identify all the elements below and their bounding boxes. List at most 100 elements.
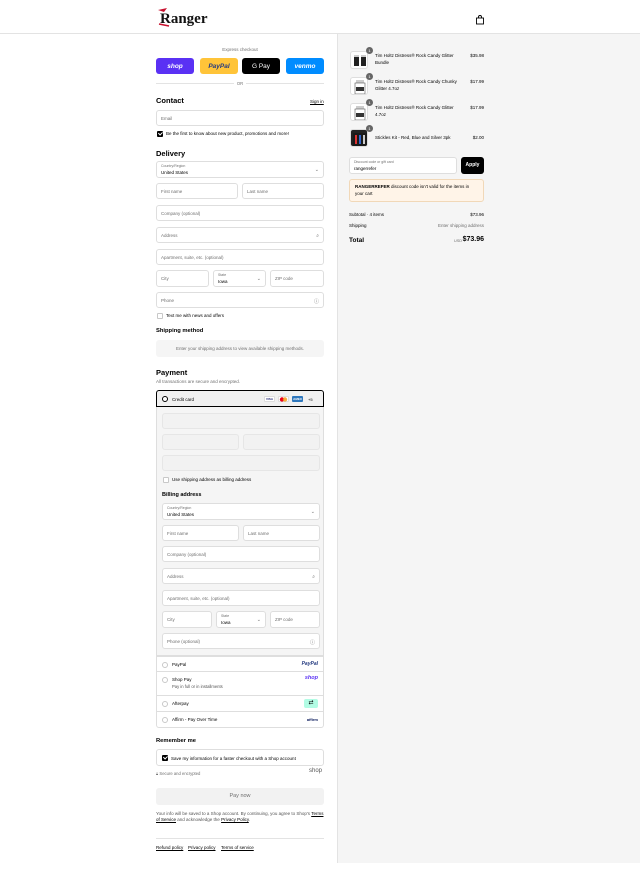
google-pay-button[interactable]: G Pay xyxy=(242,58,280,74)
city-field[interactable]: City xyxy=(156,270,209,287)
state-select[interactable]: State Iowa ⌄ xyxy=(213,270,266,287)
privacy-policy-link[interactable]: Privacy Policy xyxy=(221,817,249,822)
help-icon[interactable]: ⓘ xyxy=(310,639,315,646)
divider-right xyxy=(246,83,324,84)
company-placeholder: Company (optional) xyxy=(161,211,201,216)
apartment-field[interactable]: Apartment, suite, etc. (optional) xyxy=(156,249,324,265)
save-info-box[interactable]: Save my information for a faster checkou… xyxy=(156,749,324,766)
phone-field[interactable]: Phone ⓘ xyxy=(156,292,324,308)
divider-left xyxy=(156,83,234,84)
item-price: $17.99 xyxy=(470,105,484,110)
expiration-field[interactable] xyxy=(162,434,239,450)
header: Ranger xyxy=(0,0,640,34)
news-checkbox[interactable] xyxy=(157,131,163,137)
secure-text: Secure and encrypted xyxy=(159,771,201,776)
chevron-down-icon: ⌄ xyxy=(314,167,319,173)
legal-text-1: Your info will be saved to a Shop accoun… xyxy=(156,811,311,816)
billing-last-name-field[interactable]: Last name xyxy=(243,525,320,541)
pay-now-button[interactable]: Pay now xyxy=(156,788,324,805)
shipping-value: Enter shipping address xyxy=(437,223,484,228)
discount-code-field[interactable]: Discount code or gift card rangerrefer xyxy=(349,157,457,174)
billing-apartment-placeholder: Apartment, suite, etc. (optional) xyxy=(167,596,230,601)
affirm-label: Affirm - Pay Over Time xyxy=(172,717,218,722)
billing-phone-field[interactable]: Phone (optional) ⓘ xyxy=(162,633,320,649)
mastercard-icon xyxy=(278,396,289,402)
shop-logo: shop xyxy=(304,675,318,681)
item-name: Stickles Kit - Red, Blue and Silver 3pk xyxy=(375,135,451,140)
paypal-label: PayPal xyxy=(172,662,187,667)
card-number-field[interactable] xyxy=(162,413,320,429)
privacy-policy-footer-link[interactable]: Privacy policy xyxy=(188,845,216,850)
name-on-card-field[interactable] xyxy=(162,455,320,471)
shipping-method-message: Enter your shipping address to view avai… xyxy=(175,346,305,351)
help-icon[interactable]: ⓘ xyxy=(314,298,319,305)
zip-field[interactable]: ZIP code xyxy=(270,270,324,287)
text-me-checkbox[interactable] xyxy=(157,313,163,319)
use-shipping-label: Use shipping address as billing address xyxy=(172,477,252,482)
sign-in-link[interactable]: Sign in xyxy=(310,99,324,104)
quantity-badge: 1 xyxy=(366,47,373,54)
shopping-bag-icon[interactable] xyxy=(475,12,485,25)
state-value: Iowa xyxy=(218,279,228,284)
country-select[interactable]: Country/Region United States ⌄ xyxy=(156,161,324,178)
last-name-placeholder: Last name xyxy=(247,189,269,194)
security-code-field[interactable] xyxy=(243,434,320,450)
email-field[interactable]: Email xyxy=(156,110,324,126)
visa-icon: VISA xyxy=(264,396,275,402)
city-placeholder: City xyxy=(161,276,169,281)
billing-zip-placeholder: ZIP code xyxy=(275,617,293,622)
afterpay-icon: ⇄ xyxy=(304,699,318,708)
item-price: $35.98 xyxy=(470,53,484,58)
apartment-placeholder: Apartment, suite, etc. (optional) xyxy=(161,255,224,260)
save-info-checkbox[interactable] xyxy=(162,755,168,761)
billing-address-field[interactable]: Address ⌕ xyxy=(162,568,320,584)
address-field[interactable]: Address ⌕ xyxy=(156,227,324,243)
billing-company-field[interactable]: Company (optional) xyxy=(162,546,320,562)
ranger-logo[interactable]: Ranger xyxy=(155,6,235,28)
billing-city-field[interactable]: City xyxy=(162,611,212,628)
credit-card-radio[interactable] xyxy=(162,396,168,402)
billing-first-name-field[interactable]: First name xyxy=(162,525,239,541)
express-checkout-title: Express checkout xyxy=(222,47,258,52)
first-name-field[interactable]: First name xyxy=(156,183,238,199)
shop-pay-sublabel: Pay in full or in installments xyxy=(172,684,223,689)
afterpay-option[interactable]: Afterpay ⇄ xyxy=(156,696,324,712)
billing-apartment-field[interactable]: Apartment, suite, etc. (optional) xyxy=(162,590,320,606)
terms-of-service-footer-link[interactable]: Terms of service xyxy=(221,845,254,850)
product-image xyxy=(350,103,368,121)
billing-zip-field[interactable]: ZIP code xyxy=(270,611,320,628)
affirm-option[interactable]: Affirm - Pay Over Time affirm xyxy=(156,712,324,728)
phone-placeholder: Phone xyxy=(161,298,175,303)
billing-title: Billing address xyxy=(162,492,202,498)
shop-pay-option[interactable]: Shop Pay Pay in full or in installments … xyxy=(156,672,324,696)
company-field[interactable]: Company (optional) xyxy=(156,205,324,221)
product-image xyxy=(350,51,368,69)
billing-last-name-placeholder: Last name xyxy=(248,531,270,536)
billing-state-select[interactable]: State Iowa ⌄ xyxy=(216,611,266,628)
credit-card-details: Use shipping address as billing address … xyxy=(156,407,324,656)
affirm-radio[interactable] xyxy=(162,717,168,723)
billing-country-select[interactable]: Country/Region United States ⌄ xyxy=(162,503,320,520)
total-label: Total xyxy=(349,237,365,244)
paypal-option[interactable]: PayPal PayPal xyxy=(156,656,324,672)
venmo-button[interactable]: venmo xyxy=(286,58,324,74)
refund-policy-link[interactable]: Refund policy xyxy=(156,845,183,850)
more-cards-badge: +5 xyxy=(308,397,313,402)
shop-pay-button[interactable]: shop xyxy=(156,58,194,74)
shop-pay-radio[interactable] xyxy=(162,677,168,683)
credit-card-option[interactable]: Credit card VISA AMEX +5 xyxy=(156,390,324,407)
country-value: United States xyxy=(161,170,189,175)
paypal-button[interactable]: PayPal xyxy=(200,58,238,74)
error-code: RANGERREFER xyxy=(355,184,390,189)
text-me-label: Text me with news and offers xyxy=(166,313,224,318)
payment-subtitle: All transactions are secure and encrypte… xyxy=(156,379,241,384)
use-shipping-checkbox[interactable] xyxy=(163,477,169,483)
first-name-placeholder: First name xyxy=(161,189,183,194)
paypal-radio[interactable] xyxy=(162,662,168,668)
search-icon: ⌕ xyxy=(316,233,319,239)
shipping-method-title: Shipping method xyxy=(156,328,204,334)
afterpay-radio[interactable] xyxy=(162,701,168,707)
last-name-field[interactable]: Last name xyxy=(242,183,324,199)
billing-first-name-placeholder: First name xyxy=(167,531,189,536)
apply-button[interactable]: Apply xyxy=(461,157,484,174)
